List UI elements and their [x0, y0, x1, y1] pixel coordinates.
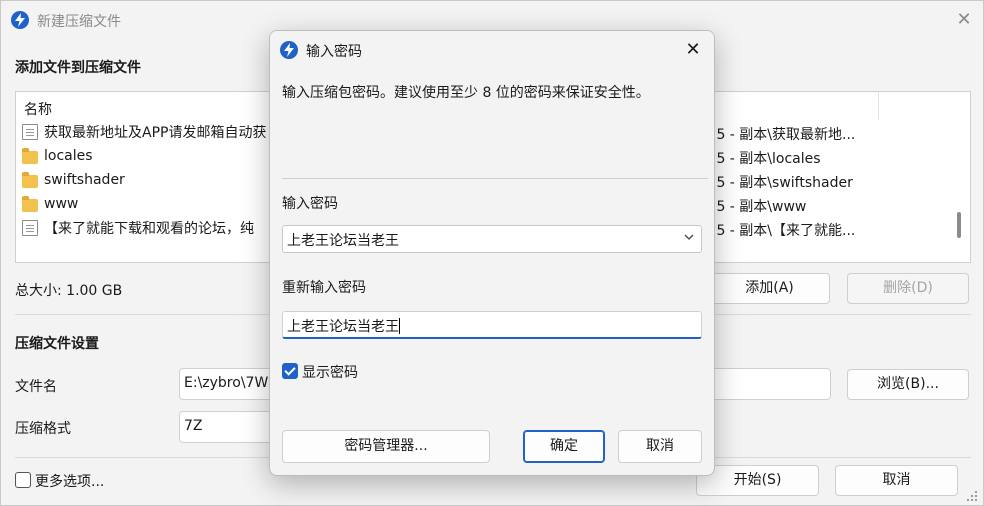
dialog-description: 输入压缩包密码。建议使用至少 8 位的密码来保证安全性。 — [282, 85, 650, 101]
column-divider[interactable] — [878, 92, 879, 120]
file-name: 获取最新地址及APP请发邮箱自动获 — [44, 125, 267, 141]
main-window-title: 新建压缩文件 — [37, 14, 121, 30]
main-close-icon[interactable]: ✕ — [951, 7, 977, 33]
list-item[interactable]: 获取最新地址及APP请发邮箱自动获 — [22, 121, 282, 143]
show-password-label[interactable]: 显示密码 — [302, 362, 358, 382]
dialog-titlebar: 输入密码 ✕ — [270, 31, 714, 69]
document-icon — [22, 220, 38, 236]
format-select[interactable]: 7Z — [179, 411, 279, 443]
cancel-button[interactable]: 取消 — [835, 465, 958, 496]
dialog-cancel-button[interactable]: 取消 — [618, 430, 702, 463]
file-path: .5 - 副本\获取最新地... — [712, 127, 856, 143]
ok-button[interactable]: 确定 — [523, 430, 605, 463]
list-scrollbar-thumb[interactable] — [957, 212, 961, 238]
file-path: .5 - 副本\locales — [712, 151, 821, 167]
folder-icon — [22, 195, 38, 212]
name-column-header[interactable]: 名称 — [24, 99, 52, 119]
app-logo-icon — [280, 41, 298, 59]
app-logo-icon — [11, 11, 29, 29]
archive-settings-heading: 压缩文件设置 — [15, 336, 99, 352]
password-label: 输入密码 — [282, 196, 338, 212]
password-dialog: 输入密码 ✕ 输入压缩包密码。建议使用至少 8 位的密码来保证安全性。 输入密码… — [269, 30, 715, 476]
more-options-label[interactable]: 更多选项... — [35, 471, 104, 491]
password-value: 上老王论坛当老王 — [287, 233, 399, 249]
dialog-title: 输入密码 — [306, 44, 362, 60]
filename-label: 文件名 — [15, 379, 57, 395]
more-options-checkbox[interactable] — [15, 472, 31, 488]
file-name: swiftshader — [44, 172, 125, 188]
file-path: .5 - 副本\【来了就能... — [712, 223, 856, 239]
dialog-close-icon[interactable]: ✕ — [680, 37, 706, 63]
text-caret — [399, 318, 400, 334]
password-combo[interactable]: 上老王论坛当老王 — [282, 225, 702, 253]
dialog-separator — [282, 178, 708, 179]
delete-button[interactable]: 删除(D) — [847, 273, 969, 304]
file-name: www — [44, 196, 79, 212]
resize-grip-icon[interactable] — [965, 489, 979, 503]
show-password-checkbox[interactable] — [282, 363, 298, 379]
browse-button[interactable]: 浏览(B)... — [847, 369, 969, 400]
file-path: .5 - 副本\www — [712, 199, 807, 215]
reenter-password-value: 上老王论坛当老王 — [287, 319, 399, 335]
add-button[interactable]: 添加(A) — [709, 273, 830, 304]
file-name: locales — [44, 148, 93, 164]
password-manager-button[interactable]: 密码管理器... — [282, 430, 490, 463]
folder-icon — [22, 171, 38, 188]
reenter-password-input[interactable]: 上老王论坛当老王 — [282, 311, 702, 339]
format-label: 压缩格式 — [15, 421, 71, 437]
reenter-password-label: 重新输入密码 — [282, 280, 366, 296]
list-item[interactable]: locales — [22, 145, 282, 167]
file-name: 【来了就能下载和观看的论坛，纯 — [44, 221, 254, 237]
chevron-down-icon[interactable] — [683, 231, 695, 243]
list-item[interactable]: 【来了就能下载和观看的论坛，纯 — [22, 217, 282, 239]
add-files-heading: 添加文件到压缩文件 — [15, 60, 141, 76]
total-size: 总大小: 1.00 GB — [15, 283, 123, 299]
list-item[interactable]: swiftshader — [22, 169, 282, 191]
document-icon — [22, 124, 38, 140]
file-path: .5 - 副本\swiftshader — [712, 175, 853, 191]
folder-icon — [22, 147, 38, 164]
list-item[interactable]: www — [22, 193, 282, 215]
